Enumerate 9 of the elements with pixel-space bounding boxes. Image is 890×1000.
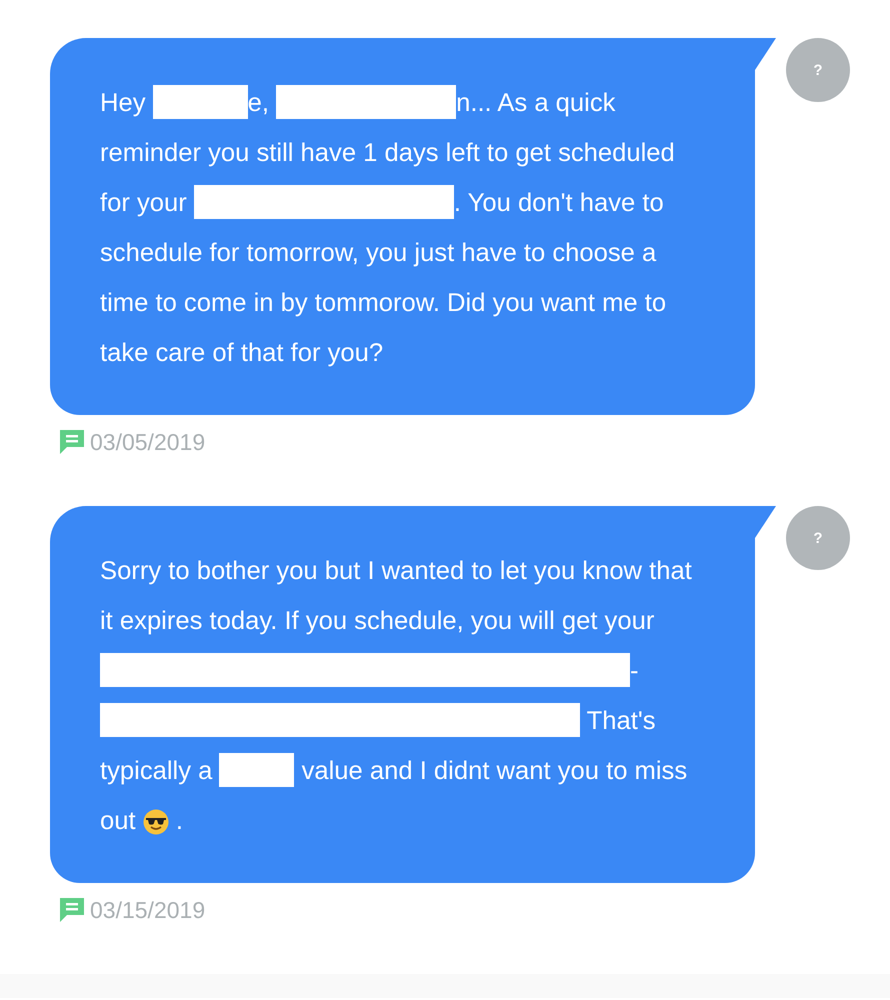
message-date: 03/05/2019 <box>90 429 206 456</box>
chat-icon <box>60 430 84 456</box>
message-text: Hey e, n... As a quick reminder you still have 1 days left to get scheduled for your . You don't have to schedule for tomorrow, you just have to choose a time to come in by tommorow. Did you want me to take care of that for you? <box>100 78 705 378</box>
avatar: ? <box>786 506 850 570</box>
avatar: ? <box>786 38 850 102</box>
chat-icon <box>60 898 84 924</box>
message-date: 03/15/2019 <box>90 897 206 924</box>
message-text: Sorry to bother you but I wanted to let you know that it expires today. If you schedule, you will get your - That's typically a value and I didnt want you to miss out . <box>100 556 693 837</box>
sunglasses-smiley-icon <box>142 809 169 835</box>
